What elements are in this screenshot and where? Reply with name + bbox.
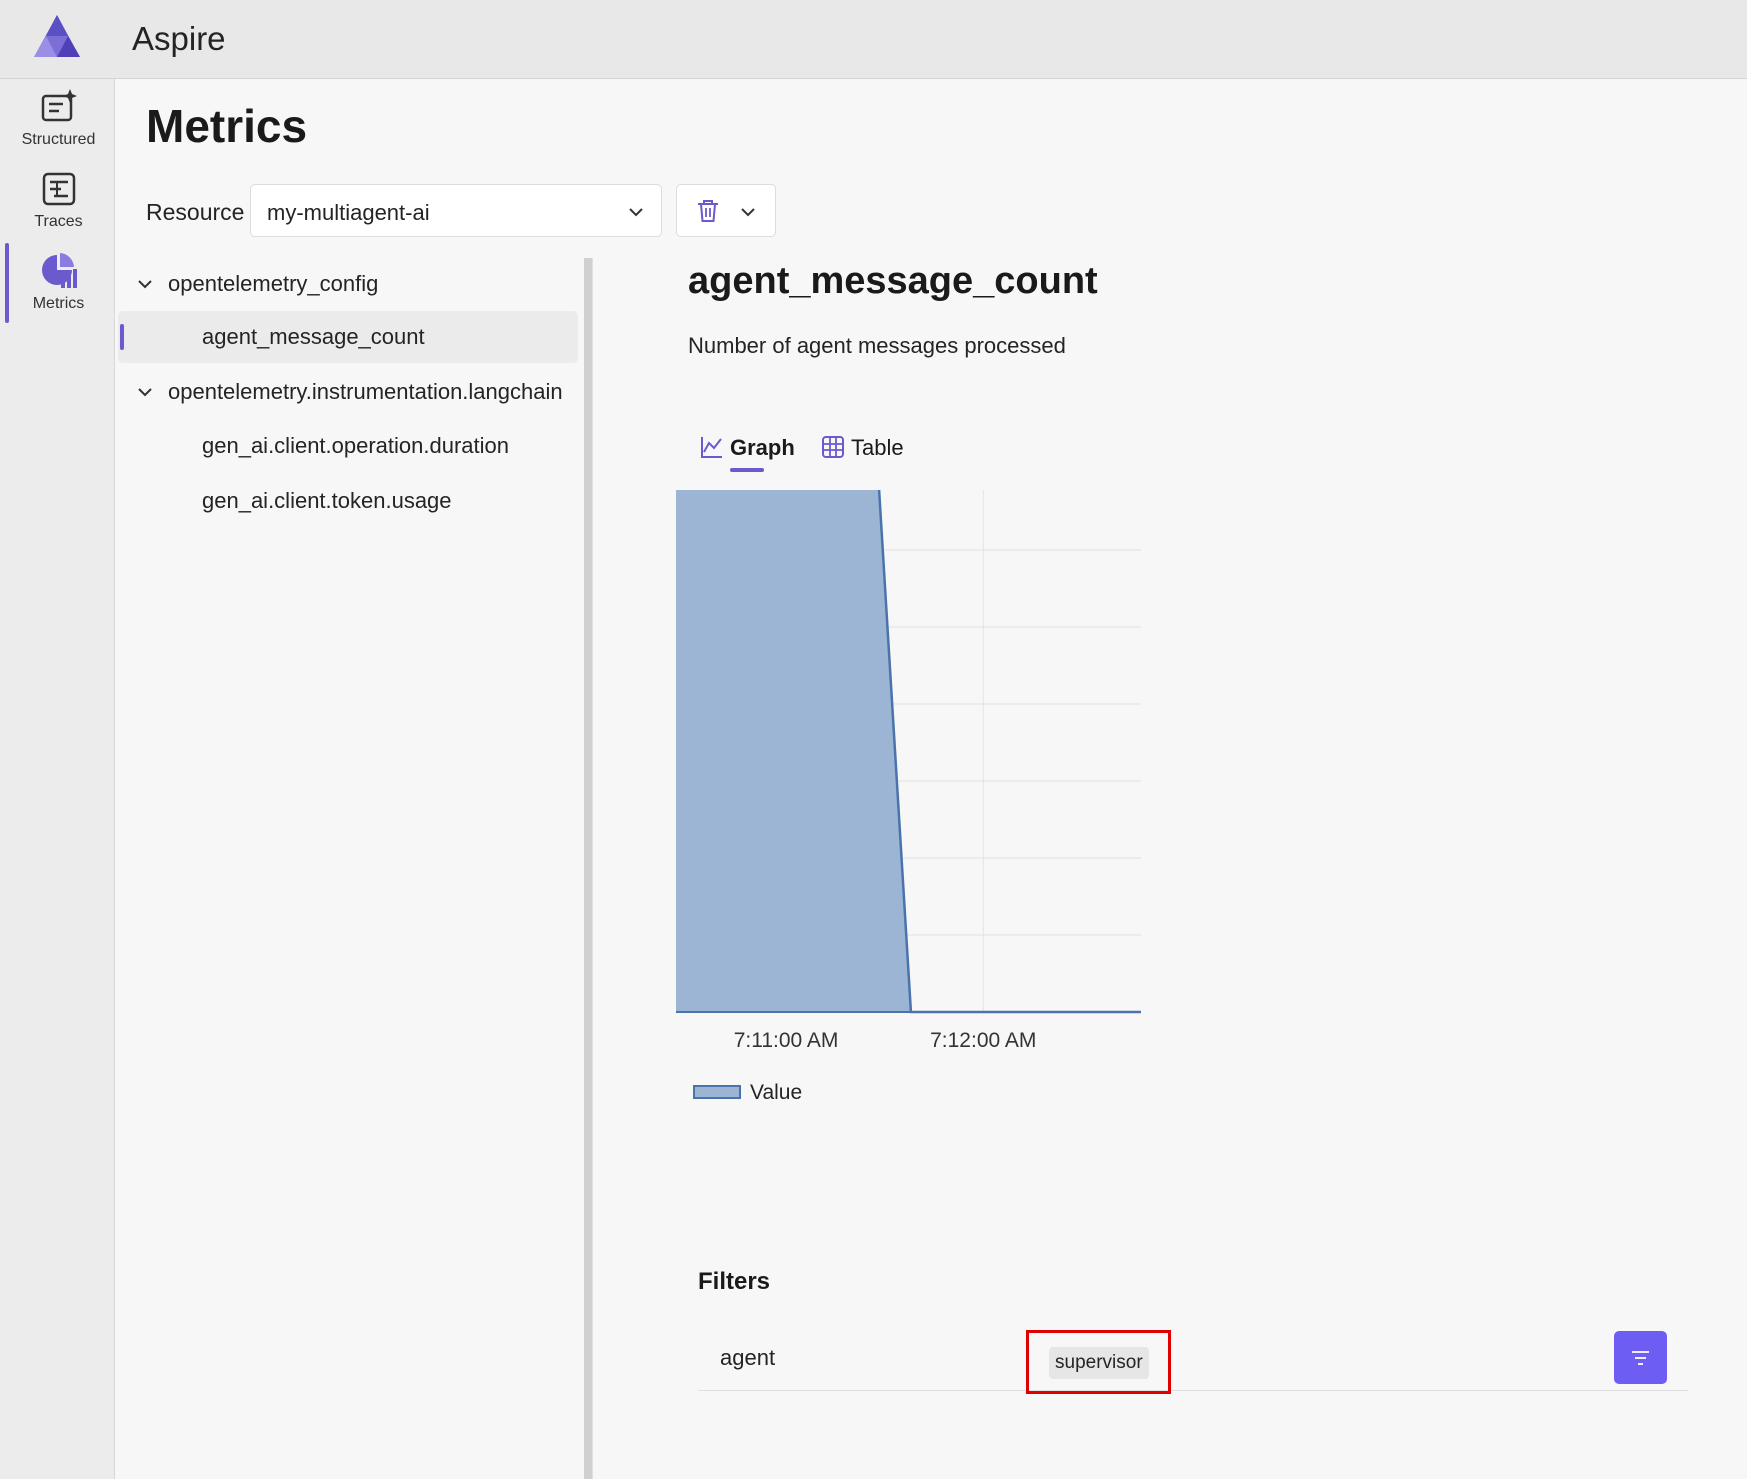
- tab-graph[interactable]: Graph: [700, 433, 800, 473]
- filter-value-chip[interactable]: supervisor: [1049, 1347, 1149, 1379]
- traces-icon: [42, 172, 75, 206]
- x-tick-label: 7:12:00 AM: [930, 1029, 1036, 1052]
- nav-label-structured: Structured: [21, 131, 96, 148]
- app-header: Aspire: [0, 0, 1747, 79]
- line-chart-icon: [701, 437, 722, 458]
- tab-label: Table: [851, 435, 904, 460]
- active-tab-indicator: [730, 468, 764, 472]
- tree-item-token-usage[interactable]: gen_ai.client.token.usage: [116, 475, 578, 527]
- structured-logs-icon: [41, 89, 77, 122]
- tree-group-langchain[interactable]: opentelemetry.instrumentation.langchain: [116, 366, 578, 418]
- tree-item-operation-duration[interactable]: gen_ai.client.operation.duration: [116, 420, 578, 472]
- tree-group-label: opentelemetry.instrumentation.langchain: [168, 379, 563, 404]
- tree-group-opentelemetry-config[interactable]: opentelemetry_config: [116, 258, 578, 310]
- splitter-divider: [592, 258, 593, 1479]
- filter-icon: [1632, 1351, 1649, 1365]
- filter-row: agent supervisor: [698, 1325, 1688, 1394]
- metrics-icon: [41, 253, 77, 288]
- panel-splitter[interactable]: [584, 258, 592, 1479]
- chevron-down-icon: [741, 208, 755, 217]
- x-tick-label: 7:11:00 AM: [734, 1029, 839, 1052]
- tree-group-label: opentelemetry_config: [168, 271, 379, 296]
- resource-label: Resource: [146, 199, 245, 225]
- nav-label-traces: Traces: [34, 213, 83, 230]
- metric-title: agent_message_count: [688, 260, 1098, 302]
- tab-table[interactable]: Table: [821, 433, 911, 473]
- tree-item-label: agent_message_count: [202, 324, 425, 349]
- selected-indicator: [120, 324, 124, 350]
- page-title: Metrics: [146, 100, 308, 152]
- side-navigation: Structured Traces Metrics: [0, 79, 115, 1479]
- tree-item-label: gen_ai.client.operation.duration: [202, 433, 510, 458]
- filter-name: agent: [720, 1345, 776, 1370]
- legend-swatch: [693, 1085, 741, 1099]
- nav-item-metrics[interactable]: Metrics: [6, 245, 111, 323]
- trash-icon: [698, 200, 718, 222]
- nav-label-metrics: Metrics: [32, 295, 85, 312]
- nav-item-structured[interactable]: Structured: [6, 81, 111, 159]
- tab-label: Graph: [730, 435, 795, 460]
- metric-chart[interactable]: 012345677:08:00 AM7:09:00 AM7:10:00 AM7:…: [676, 490, 1747, 1250]
- legend-label: Value: [750, 1081, 802, 1104]
- filter-value-highlight: supervisor: [1026, 1330, 1171, 1394]
- filter-button[interactable]: [1614, 1331, 1667, 1384]
- aspire-logo-icon[interactable]: [34, 15, 80, 57]
- clear-metrics-button[interactable]: [676, 184, 776, 237]
- filters-title: Filters: [698, 1268, 771, 1295]
- tree-item-label: gen_ai.client.token.usage: [202, 488, 452, 513]
- metrics-tree: opentelemetry_config agent_message_count…: [116, 250, 586, 1479]
- chevron-down-icon: [138, 388, 152, 397]
- nav-item-traces[interactable]: Traces: [6, 163, 111, 241]
- chevron-down-icon: [629, 208, 643, 217]
- resource-select[interactable]: my-multiagent-ai: [250, 184, 662, 237]
- metric-description: Number of agent messages processed: [688, 333, 1066, 358]
- series-area: [676, 490, 1141, 1012]
- main-content: Metrics Resource my-multiagent-ai opente…: [116, 80, 1747, 1479]
- chevron-down-icon: [138, 280, 152, 289]
- app-title: Aspire: [132, 20, 226, 57]
- tree-item-agent-message-count[interactable]: agent_message_count: [118, 311, 578, 363]
- table-grid-icon: [822, 436, 844, 458]
- resource-select-value: my-multiagent-ai: [267, 200, 430, 225]
